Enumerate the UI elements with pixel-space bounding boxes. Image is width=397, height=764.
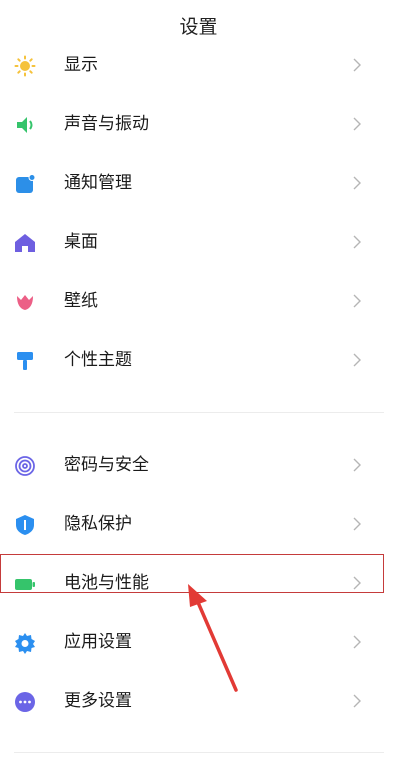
- arrow-annotation: [188, 584, 238, 692]
